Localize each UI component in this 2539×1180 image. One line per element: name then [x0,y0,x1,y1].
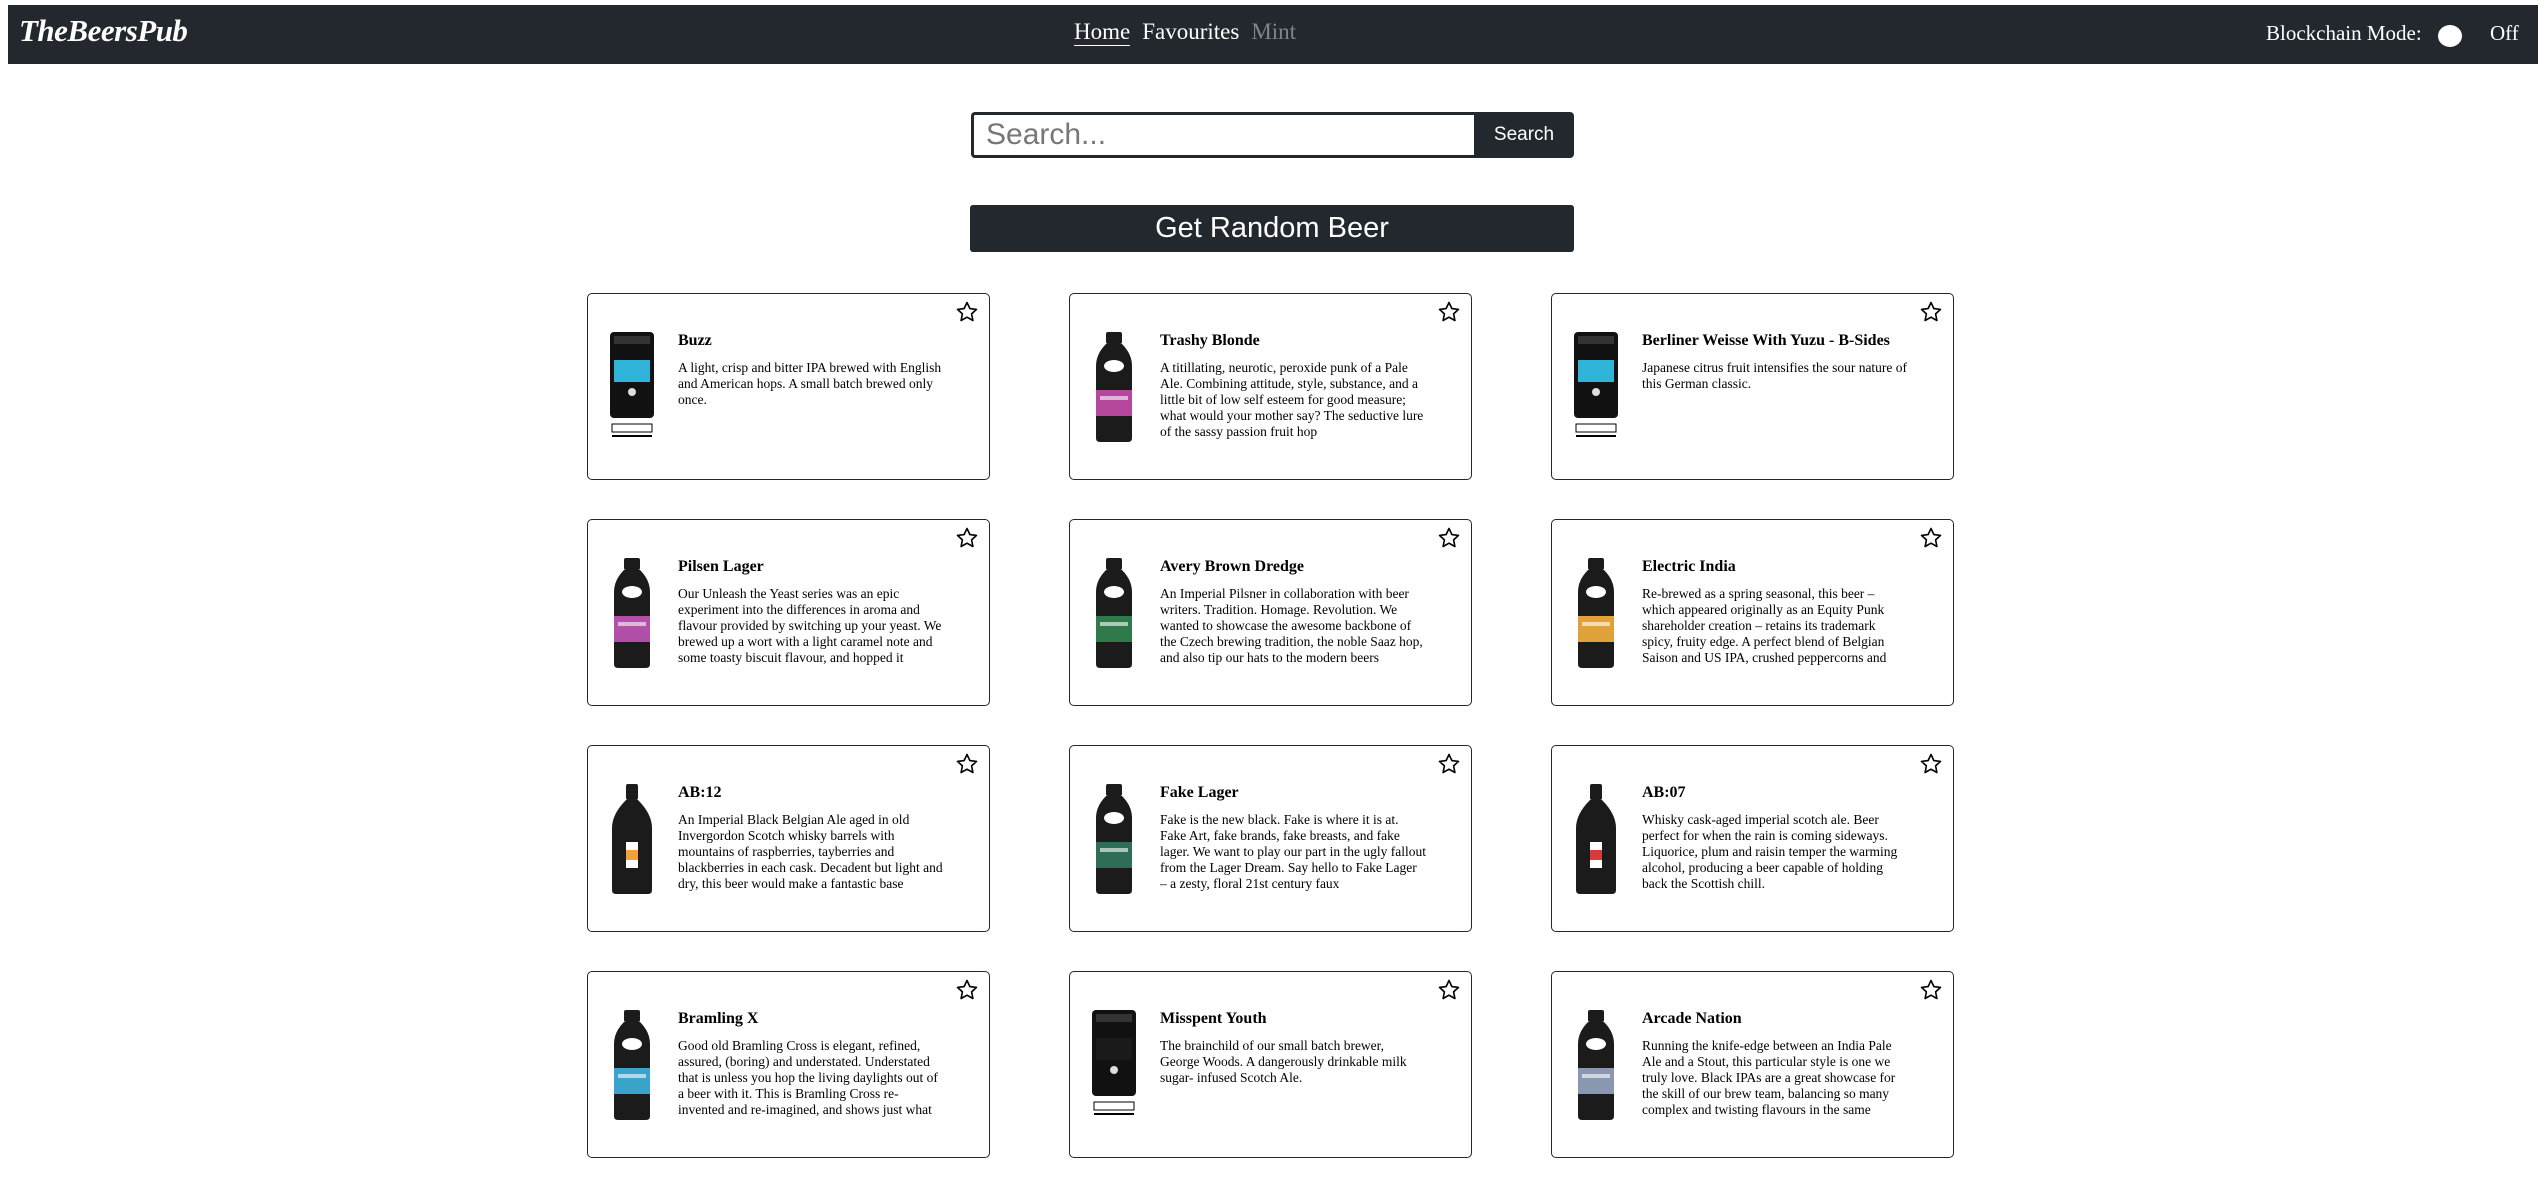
beer-name: Avery Brown Dredge [1160,558,1304,575]
beer-card[interactable]: AB:07 Whisky cask-aged imperial scotch al… [1551,745,1954,932]
beer-description: Fake is the new black. Fake is where it … [1160,812,1426,891]
navbar: TheBeersPub Home Favourites Mint Blockch… [8,5,2538,64]
brand-logo[interactable]: TheBeersPub [19,13,188,49]
beer-card[interactable]: Fake Lager Fake is the new black. Fake is… [1069,745,1472,932]
beer-bottle-image [606,1010,658,1120]
beer-card[interactable]: Berliner Weisse With Yuzu - B-Sides Japan… [1551,293,1954,480]
beer-card[interactable]: Avery Brown Dredge An Imperial Pilsner in… [1069,519,1472,706]
beer-description: A titillating, neurotic, peroxide punk o… [1160,360,1424,439]
beer-name: Trashy Blonde [1160,332,1260,349]
beer-name: Electric India [1642,558,1736,575]
beer-card[interactable]: Trashy Blonde A titillating, neurotic, pe… [1069,293,1472,480]
nav-links: Home Favourites Mint [1074,19,1296,46]
blockchain-mode-toggle[interactable] [2438,25,2462,47]
favourite-star-icon[interactable] [1919,300,1943,324]
search-input[interactable] [971,112,1474,158]
favourite-star-icon[interactable] [1919,978,1943,1002]
blockchain-mode-state: Off [2490,21,2519,45]
beer-description: Running the knife-edge between an India … [1642,1038,1896,1117]
favourite-star-icon[interactable] [955,300,979,324]
nav-mint[interactable]: Mint [1251,19,1296,46]
beer-bottle-image [606,332,658,442]
beer-name: Misspent Youth [1160,1010,1267,1027]
search-button[interactable]: Search [1474,112,1574,158]
beer-card[interactable]: AB:12 An Imperial Black Belgian Ale aged … [587,745,990,932]
beer-name: Bramling X [678,1010,759,1027]
beer-bottle-image [1570,784,1622,894]
beer-name: Arcade Nation [1642,1010,1742,1027]
beer-description: An Imperial Black Belgian Ale aged in ol… [678,812,943,891]
beer-name: Fake Lager [1160,784,1239,801]
favourite-star-icon[interactable] [1919,526,1943,550]
beer-bottle-image [606,784,658,894]
blockchain-mode-label: Blockchain Mode: [2266,21,2422,45]
beer-description: Japanese citrus fruit intensifies the so… [1642,360,1908,391]
beer-bottle-image [1088,784,1140,894]
beer-bottle-image [1088,1010,1140,1120]
beer-bottle-image [1570,558,1622,668]
favourite-star-icon[interactable] [1437,300,1461,324]
beer-card[interactable]: Bramling X Good old Bramling Cross is ele… [587,971,990,1158]
favourite-star-icon[interactable] [955,752,979,776]
beer-card[interactable]: Pilsen Lager Our Unleash the Yeast series… [587,519,990,706]
beer-description: Our Unleash the Yeast series was an epic… [678,586,942,665]
nav-favourites[interactable]: Favourites [1142,19,1239,46]
beer-description: The brainchild of our small batch brewer… [1160,1038,1407,1085]
beer-card[interactable]: Electric India Re-brewed as a spring seas… [1551,519,1954,706]
search-bar: Search [971,112,1574,158]
beer-bottle-image [1570,332,1622,442]
beer-name: AB:07 [1642,784,1686,801]
favourite-star-icon[interactable] [955,526,979,550]
beer-bottle-image [1088,558,1140,668]
favourite-star-icon[interactable] [1437,752,1461,776]
beer-description: Good old Bramling Cross is elegant, refi… [678,1038,938,1117]
beer-bottle-image [606,558,658,668]
beer-card[interactable]: Buzz A light, crisp and bitter IPA brewed… [587,293,990,480]
beer-bottle-image [1570,1010,1622,1120]
beer-name: Berliner Weisse With Yuzu - B-Sides [1642,332,1890,349]
beer-bottle-image [1088,332,1140,442]
beer-description: An Imperial Pilsner in collaboration wit… [1160,586,1423,665]
nav-home[interactable]: Home [1074,19,1131,46]
favourite-star-icon[interactable] [1437,978,1461,1002]
favourite-star-icon[interactable] [1919,752,1943,776]
get-random-beer-button[interactable]: Get Random Beer [970,205,1574,252]
beer-card[interactable]: Arcade Nation Running the knife-edge betw… [1551,971,1954,1158]
beer-card[interactable]: Misspent Youth The brainchild of our smal… [1069,971,1472,1158]
beer-description: A light, crisp and bitter IPA brewed wit… [678,360,942,407]
beer-name: Buzz [678,332,712,349]
beer-description: Whisky cask-aged imperial scotch ale. Be… [1642,812,1898,891]
beer-name: AB:12 [678,784,722,801]
beer-name: Pilsen Lager [678,558,764,575]
beer-description: Re-brewed as a spring seasonal, this bee… [1642,586,1887,665]
favourite-star-icon[interactable] [955,978,979,1002]
favourite-star-icon[interactable] [1437,526,1461,550]
